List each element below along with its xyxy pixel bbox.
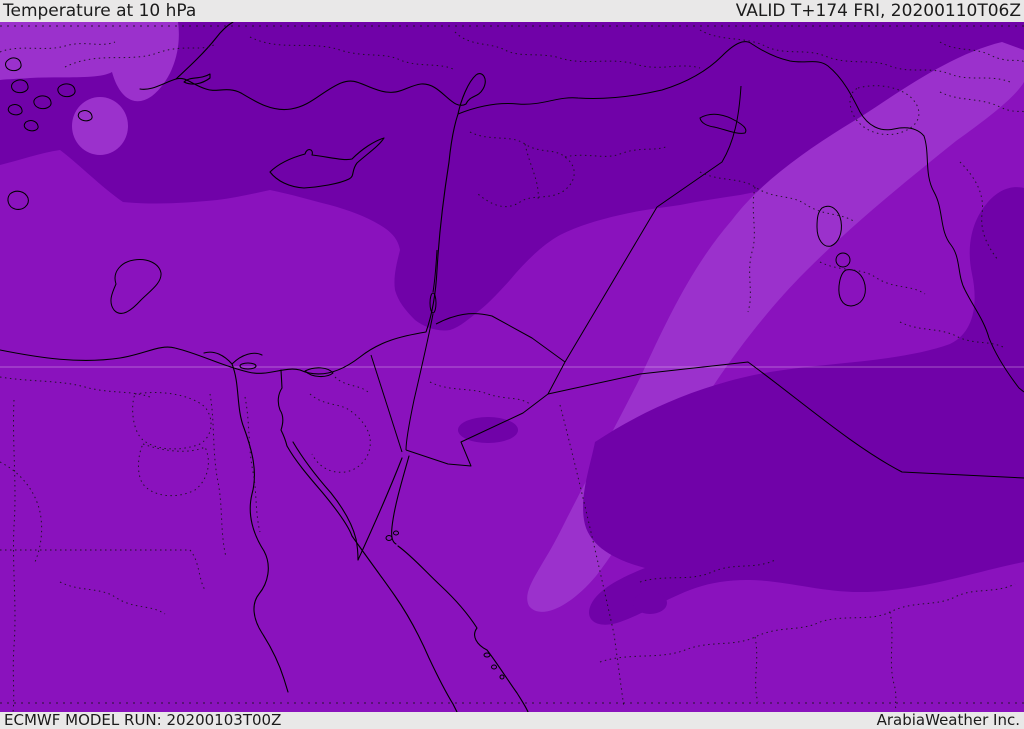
- map-title: Temperature at 10 hPa: [3, 0, 197, 21]
- footer-bar: ECMWF MODEL RUN: 20200103T00Z ArabiaWeat…: [0, 712, 1024, 729]
- credit-label: ArabiaWeather Inc.: [876, 711, 1020, 729]
- weather-map-app: Temperature at 10 hPa VALID T+174 FRI, 2…: [0, 0, 1024, 729]
- fill-light-blob-west: [72, 97, 128, 155]
- map-canvas: [0, 22, 1024, 712]
- model-run-label: ECMWF MODEL RUN: 20200103T00Z: [4, 711, 282, 729]
- fill-dark-small-blob: [633, 592, 667, 614]
- weather-map-svg: [0, 22, 1024, 712]
- valid-time-label: VALID T+174 FRI, 20200110T06Z: [735, 0, 1021, 21]
- header-bar: Temperature at 10 hPa VALID T+174 FRI, 2…: [0, 0, 1024, 22]
